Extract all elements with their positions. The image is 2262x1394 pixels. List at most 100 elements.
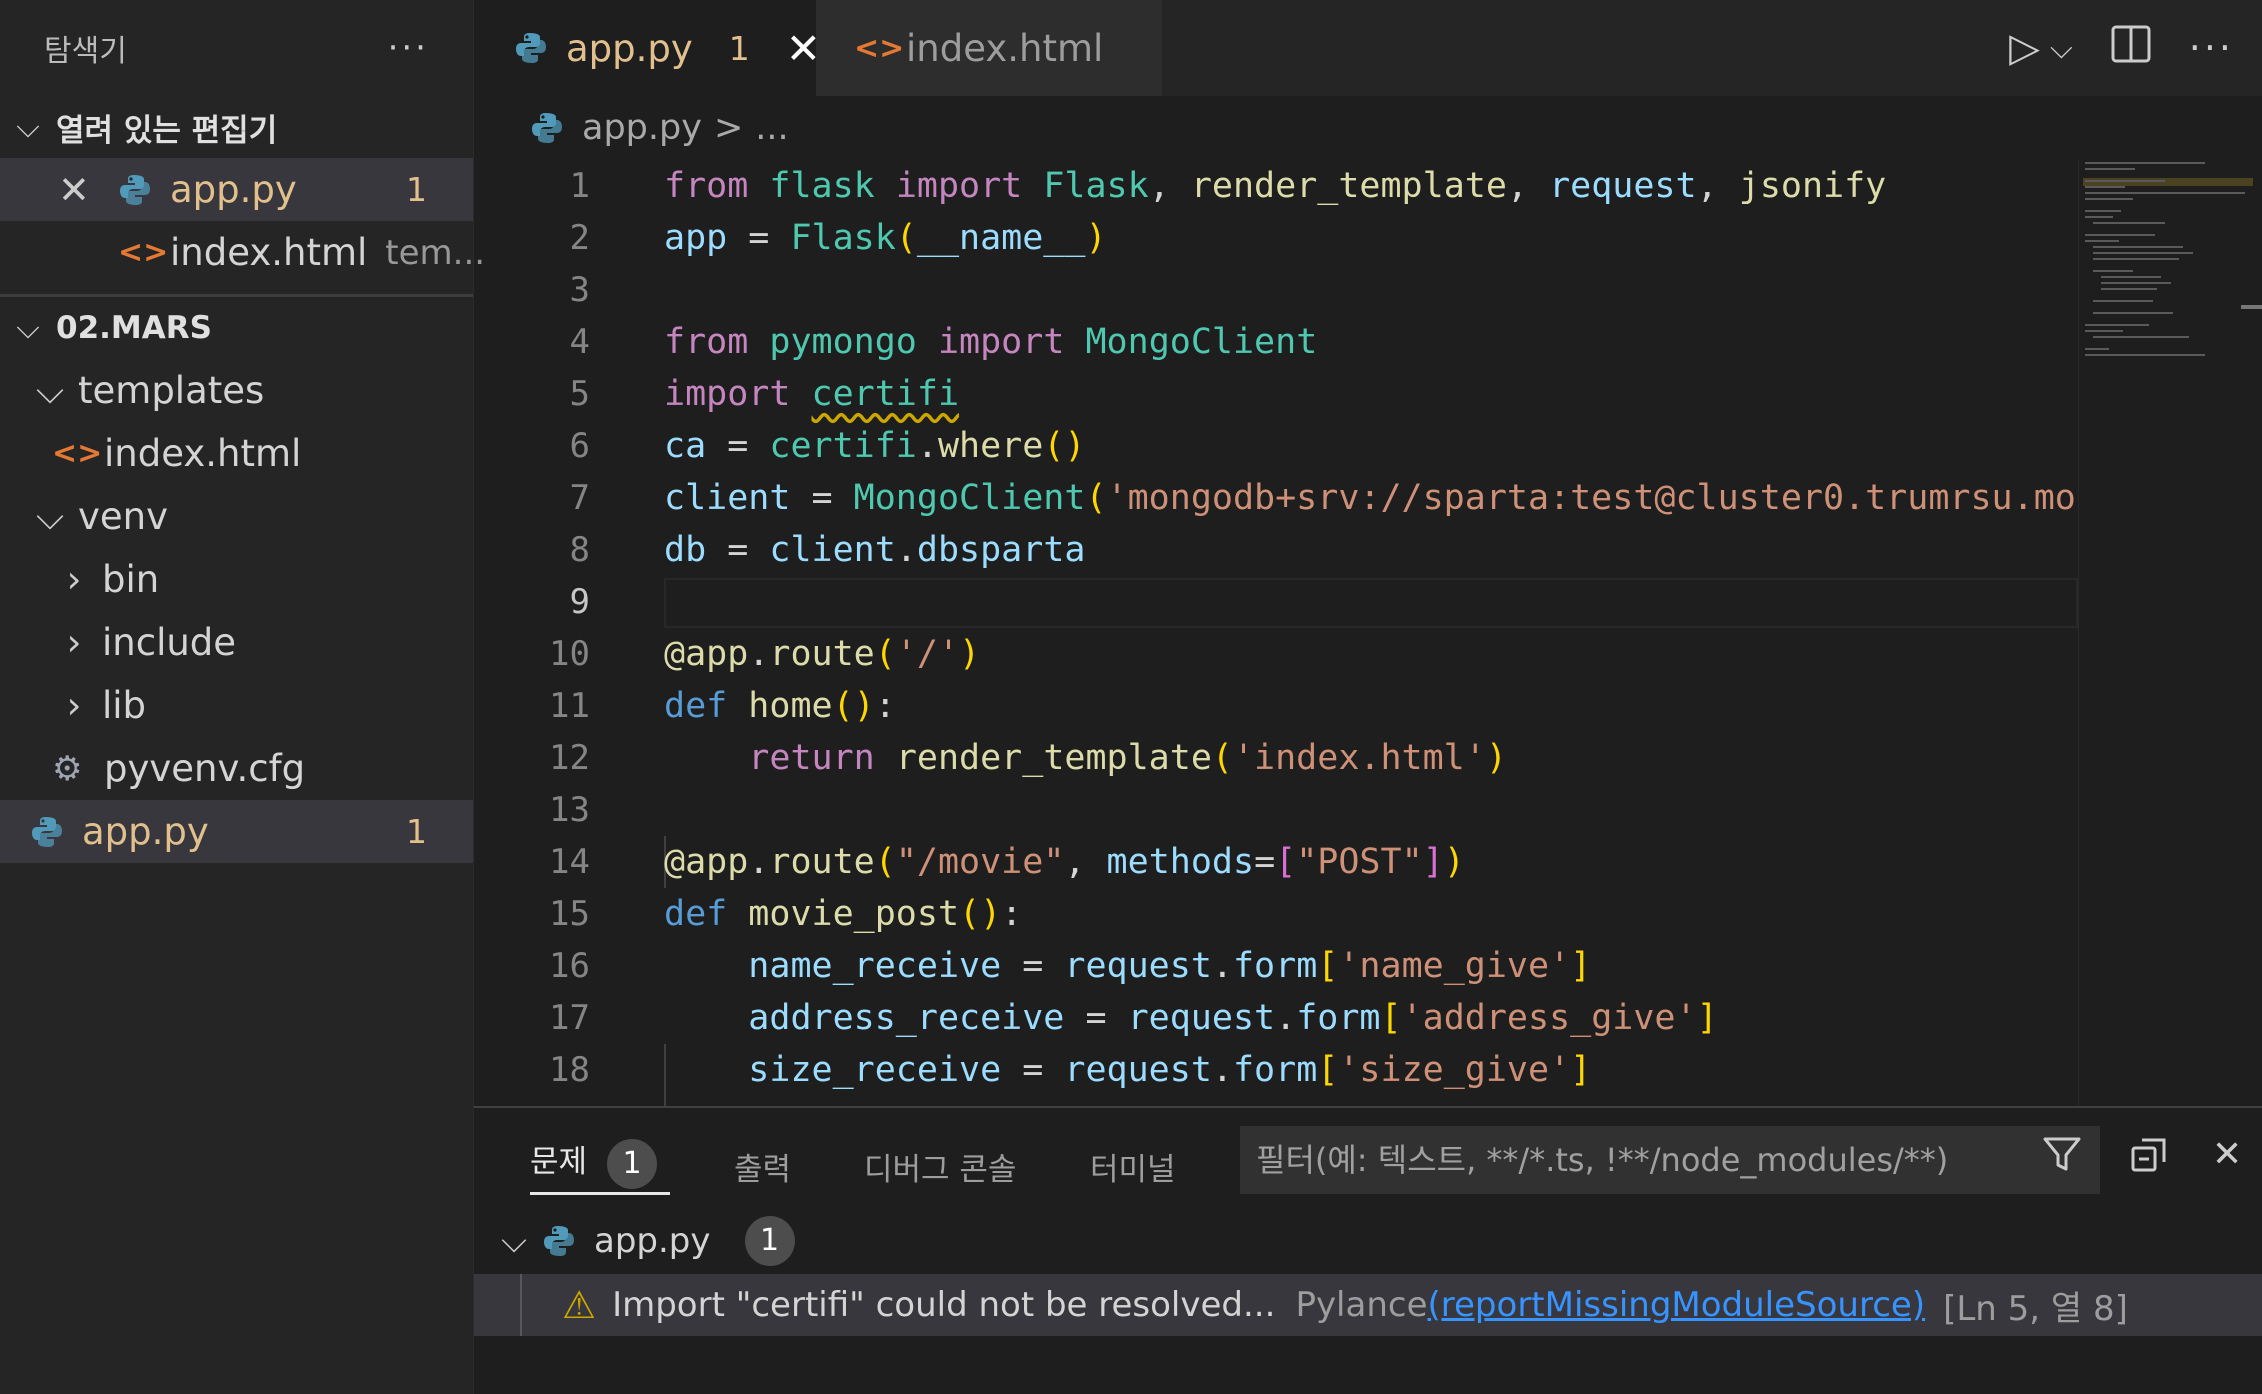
line-number: 7 — [569, 478, 590, 518]
chevron-right-icon: › — [66, 558, 82, 601]
code-text: name_receive = request.form['name_give'] — [748, 946, 1592, 986]
problem-rule-link[interactable]: (reportMissingModuleSource) — [1428, 1285, 1926, 1325]
line-number: 15 — [549, 894, 590, 934]
file-pyvenv-cfg[interactable]: ⚙ pyvenv.cfg — [0, 737, 473, 800]
open-editor-app-py[interactable]: ✕ app.py 1 — [0, 158, 473, 221]
chevron-down-icon: ⌵ — [16, 108, 40, 145]
problem-item[interactable]: ⚠ Import "certifi" could not be resolved… — [474, 1274, 2262, 1336]
tree-item-label: index.html — [104, 432, 302, 475]
minimap-line — [2085, 354, 2205, 356]
line-number: 4 — [569, 322, 590, 362]
chevron-down-icon: ⌵ — [16, 309, 40, 346]
chevron-down-icon: ⌵ — [501, 1221, 527, 1261]
code-line: 6 ca = certifi.where() — [474, 420, 2074, 472]
filter-icon[interactable] — [2042, 1136, 2082, 1183]
code-line: 4 from pymongo import MongoClient — [474, 316, 2074, 368]
code-text: from flask import Flask, render_template… — [664, 166, 1887, 206]
minimap-line — [2085, 198, 2133, 200]
problem-count-badge: 1 — [406, 812, 427, 851]
code-line: 11 def home(): — [474, 680, 2074, 732]
open-editors-title: 열려 있는 편집기 — [56, 112, 278, 149]
tab-index-html[interactable]: <> index.html — [816, 0, 1162, 96]
code-editor[interactable]: 1 from flask import Flask, render_templa… — [474, 160, 2082, 1106]
folder-bin[interactable]: › bin — [0, 548, 473, 611]
chevron-down-icon: ⌵ — [36, 368, 65, 412]
warning-icon: ⚠ — [562, 1283, 597, 1327]
breadcrumb-symbols[interactable]: ... — [755, 108, 788, 148]
python-file-icon — [118, 173, 152, 207]
close-icon[interactable]: ✕ — [58, 168, 98, 212]
tab-problems[interactable]: 문제 1 — [530, 1136, 658, 1189]
line-number: 18 — [549, 1050, 590, 1090]
code-line: 1 from flask import Flask, render_templa… — [474, 160, 2074, 212]
problems-file-row[interactable]: ⌵ app.py 1 — [474, 1210, 2262, 1272]
minimap-line — [2093, 312, 2173, 314]
code-line: 5 import certifi — [474, 368, 2074, 420]
code-text: client = MongoClient('mongodb+srv://spar… — [664, 478, 2082, 518]
folder-include[interactable]: › include — [0, 611, 473, 674]
explorer-sidebar: 탐색기 ··· ⌵ 열려 있는 편집기 ✕ app.py 1 <> index.… — [0, 0, 485, 1394]
file-index-html[interactable]: <> index.html — [0, 422, 473, 485]
more-actions-icon[interactable]: ··· — [388, 28, 429, 68]
tab-terminal[interactable]: 터미널 — [1090, 1144, 1176, 1189]
collapse-all-icon[interactable] — [2130, 1136, 2168, 1183]
line-number: 1 — [569, 166, 590, 206]
tree-item-label: include — [102, 621, 237, 664]
code-text: size_receive = request.form['size_give'] — [748, 1050, 1592, 1090]
tab-app-py[interactable]: app.py 1 ✕ — [474, 0, 821, 96]
minimap-line — [2093, 222, 2165, 224]
breadcrumb-file[interactable]: app.py — [582, 108, 702, 148]
code-text: @app.route('/') — [664, 634, 981, 674]
project-title: 02.MARS — [56, 310, 212, 346]
tab-label: app.py — [566, 26, 693, 70]
open-editor-label: index.html — [170, 231, 368, 274]
code-line: 15 def movie_post(): — [474, 888, 2074, 940]
minimap-line — [2093, 258, 2179, 260]
tab-output[interactable]: 출력 — [734, 1144, 791, 1189]
folder-templates[interactable]: ⌵ templates — [0, 359, 473, 422]
more-actions-icon[interactable]: ··· — [2189, 26, 2234, 70]
problems-filter — [1240, 1126, 2100, 1194]
minimap-line — [2101, 282, 2171, 284]
minimap-line — [2085, 162, 2205, 164]
tree-indent-guide — [520, 1274, 522, 1336]
tab-debug-console[interactable]: 디버그 콘솔 — [864, 1144, 1016, 1189]
minimap-line — [2093, 336, 2189, 338]
open-editors-section[interactable]: ⌵ 열려 있는 편집기 — [0, 96, 473, 158]
explorer-title: 탐색기 — [44, 34, 127, 69]
line-number: 14 — [549, 842, 590, 882]
minimap[interactable] — [2078, 160, 2262, 1106]
open-editor-index-html[interactable]: <> index.html tem... — [0, 221, 485, 284]
filter-input[interactable] — [1254, 1140, 2086, 1180]
line-number: 17 — [549, 998, 590, 1038]
code-text: return render_template('index.html') — [748, 738, 1507, 778]
python-file-icon — [530, 111, 564, 145]
explorer-header: 탐색기 ··· — [0, 0, 473, 96]
line-number: 13 — [549, 790, 590, 830]
tree-item-label: lib — [102, 684, 147, 727]
project-section[interactable]: ⌵ 02.MARS — [0, 297, 473, 359]
tab-label: 문제 — [530, 1144, 588, 1180]
code-text: @app.route("/movie", methods=["POST"]) — [664, 842, 1465, 882]
minimap-line — [2085, 168, 2135, 170]
line-number: 9 — [569, 582, 590, 622]
problem-message: Import "certifi" could not be resolved..… — [612, 1285, 1276, 1325]
file-app-py[interactable]: app.py 1 — [0, 800, 473, 863]
html-file-icon: <> — [854, 30, 905, 66]
tree-item-label: venv — [78, 495, 169, 538]
code-line: 8 db = client.dbsparta — [474, 524, 2074, 576]
close-panel-icon[interactable]: ✕ — [2212, 1134, 2242, 1175]
minimap-line — [2085, 324, 2149, 326]
open-editor-description: tem... — [385, 232, 486, 273]
editor-tab-bar: app.py 1 ✕ <> index.html ▷ ⌵ ··· — [474, 0, 2262, 96]
run-icon[interactable]: ▷ — [2009, 25, 2040, 71]
minimap-line — [2093, 270, 2133, 272]
folder-venv[interactable]: ⌵ venv — [0, 485, 473, 548]
chevron-down-icon[interactable]: ⌵ — [2050, 31, 2073, 66]
folder-lib[interactable]: › lib — [0, 674, 473, 737]
split-editor-icon[interactable] — [2111, 25, 2151, 72]
minimap-line — [2093, 300, 2153, 302]
html-file-icon: <> — [52, 436, 103, 471]
line-number: 11 — [549, 686, 590, 726]
code-line: 2 app = Flask(__name__) — [474, 212, 2074, 264]
